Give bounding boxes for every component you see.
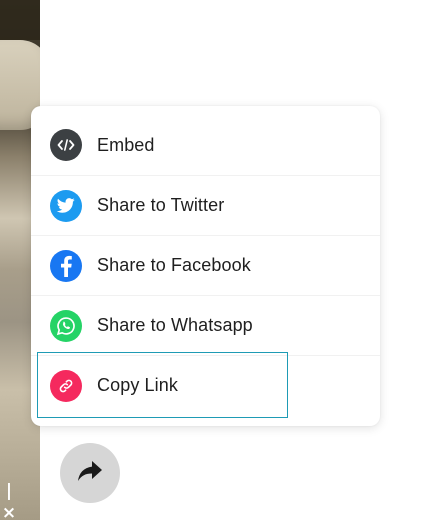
- share-whatsapp-item[interactable]: Share to Whatsapp: [31, 295, 380, 355]
- share-whatsapp-label: Share to Whatsapp: [97, 315, 253, 335]
- embed-code-icon: [50, 129, 82, 161]
- share-twitter-label: Share to Twitter: [97, 195, 225, 215]
- copy-link-item[interactable]: Copy Link: [31, 355, 380, 415]
- share-menu: Embed Share to Twitter Share to Facebook…: [31, 106, 380, 426]
- link-icon: [50, 369, 82, 402]
- share-button[interactable]: [60, 443, 120, 503]
- share-arrow-icon: [77, 460, 103, 487]
- video-dark-area: [0, 0, 40, 40]
- copy-link-label: Copy Link: [97, 375, 178, 395]
- share-embed-label: Embed: [97, 134, 155, 155]
- video-close-button[interactable]: |×: [0, 480, 18, 520]
- facebook-icon: [50, 249, 82, 282]
- whatsapp-icon: [50, 309, 82, 342]
- share-facebook-label: Share to Facebook: [97, 255, 251, 275]
- share-facebook-item[interactable]: Share to Facebook: [31, 235, 380, 295]
- twitter-icon: [50, 189, 82, 222]
- share-twitter-item[interactable]: Share to Twitter: [31, 175, 380, 235]
- share-embed-item[interactable]: Embed: [31, 115, 380, 175]
